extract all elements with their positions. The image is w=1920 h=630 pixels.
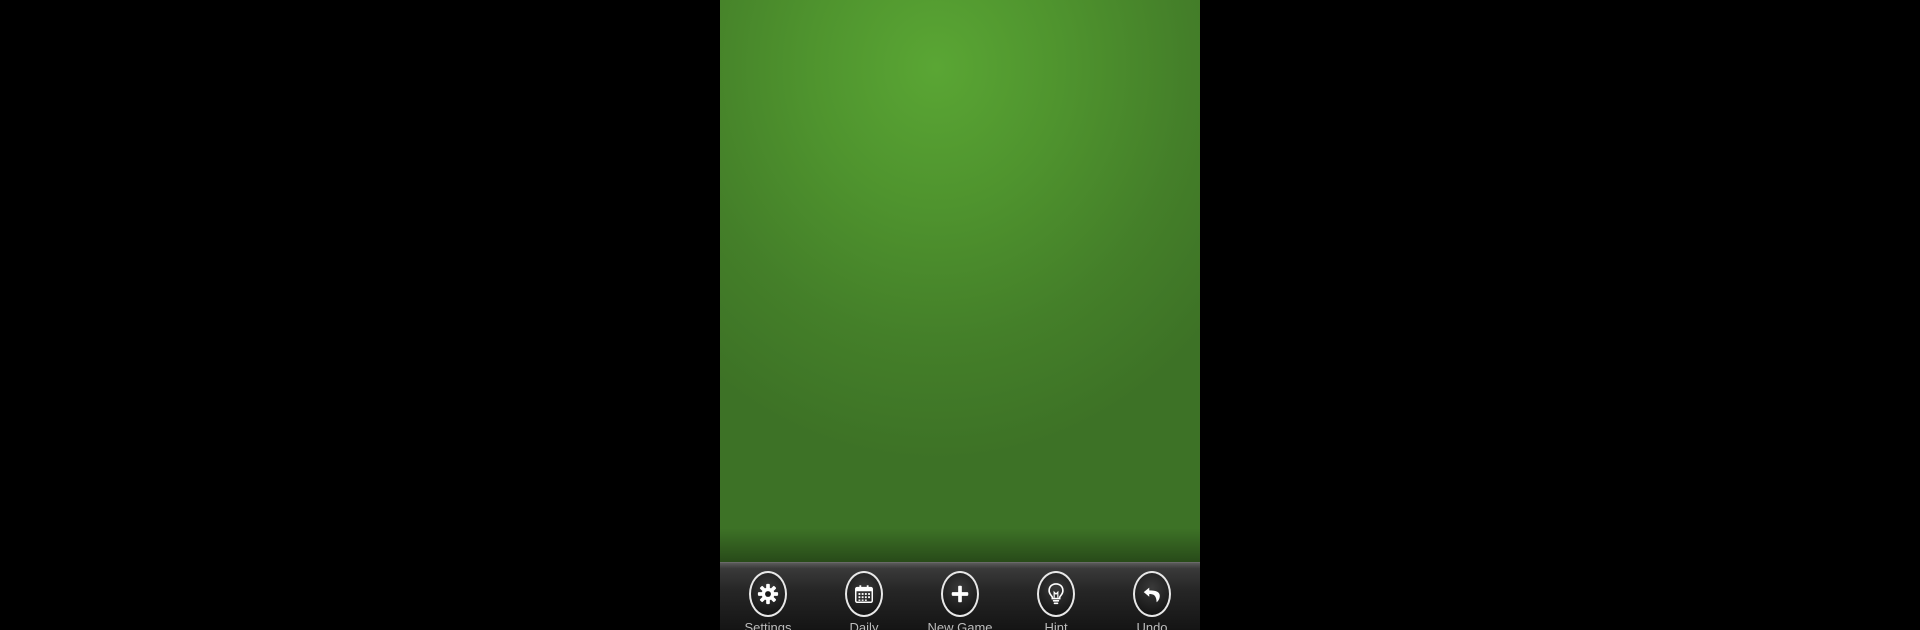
daily-button[interactable]: Daily [819, 563, 909, 630]
undo-arrow-icon [1133, 571, 1171, 617]
undo-button[interactable]: Undo [1107, 563, 1197, 630]
daily-label: Daily [849, 620, 879, 630]
game-table-felt[interactable] [720, 0, 1200, 562]
plus-icon [941, 571, 979, 617]
new-game-label: New Game [927, 620, 993, 630]
settings-label: Settings [744, 620, 792, 630]
gear-icon [749, 571, 787, 617]
undo-label: Undo [1136, 620, 1168, 630]
new-game-button[interactable]: New Game [915, 563, 1005, 630]
bottom-toolbar: Settings Daily New Game Hint Undo [720, 562, 1200, 630]
game-screen: Settings Daily New Game Hint Undo [720, 0, 1200, 630]
hint-label: Hint [1044, 620, 1068, 630]
calendar-icon [845, 571, 883, 617]
settings-button[interactable]: Settings [723, 563, 813, 630]
hint-button[interactable]: Hint [1011, 563, 1101, 630]
lightbulb-icon [1037, 571, 1075, 617]
